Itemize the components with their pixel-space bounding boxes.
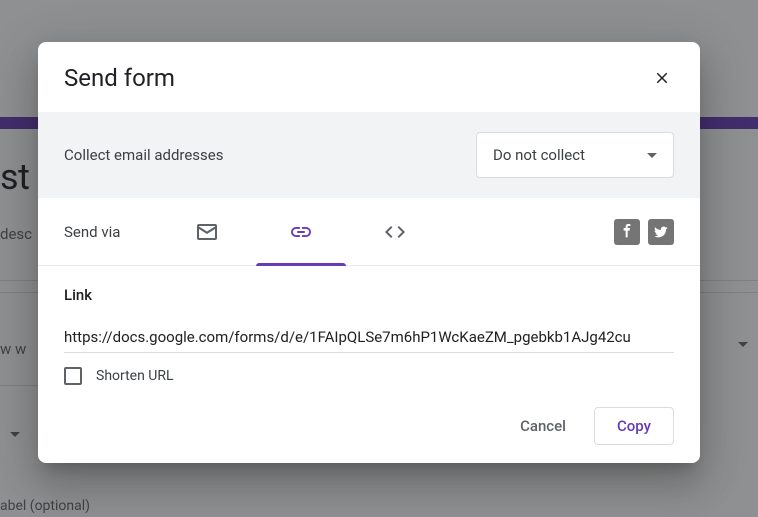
collect-email-dropdown[interactable]: Do not collect	[476, 132, 674, 178]
code-icon	[383, 220, 407, 244]
twitter-icon	[653, 224, 669, 240]
send-via-row: Send via	[38, 198, 700, 266]
share-facebook-button[interactable]	[614, 219, 640, 245]
copy-button[interactable]: Copy	[594, 407, 674, 445]
link-url-input[interactable]	[64, 324, 674, 353]
tab-link[interactable]	[254, 198, 348, 265]
link-icon	[289, 220, 313, 244]
close-icon	[653, 69, 671, 87]
tab-email[interactable]	[160, 198, 254, 265]
facebook-icon	[619, 224, 635, 240]
mail-icon	[195, 220, 219, 244]
shorten-url-label: Shorten URL	[96, 368, 174, 384]
tab-embed[interactable]	[348, 198, 442, 265]
share-twitter-button[interactable]	[648, 219, 674, 245]
send-via-label: Send via	[64, 223, 120, 241]
dropdown-caret-icon	[647, 153, 657, 158]
cancel-button[interactable]: Cancel	[508, 409, 578, 443]
dialog-title: Send form	[64, 64, 175, 92]
close-button[interactable]	[650, 66, 674, 90]
collect-email-label: Collect email addresses	[64, 146, 224, 164]
shorten-url-checkbox-row[interactable]: Shorten URL	[64, 367, 674, 385]
checkbox-icon	[64, 367, 82, 385]
send-form-dialog: Send form Collect email addresses Do not…	[38, 42, 700, 463]
collect-email-selected-value: Do not collect	[493, 146, 585, 164]
collect-email-row: Collect email addresses Do not collect	[38, 112, 700, 198]
link-section-label: Link	[64, 286, 674, 304]
